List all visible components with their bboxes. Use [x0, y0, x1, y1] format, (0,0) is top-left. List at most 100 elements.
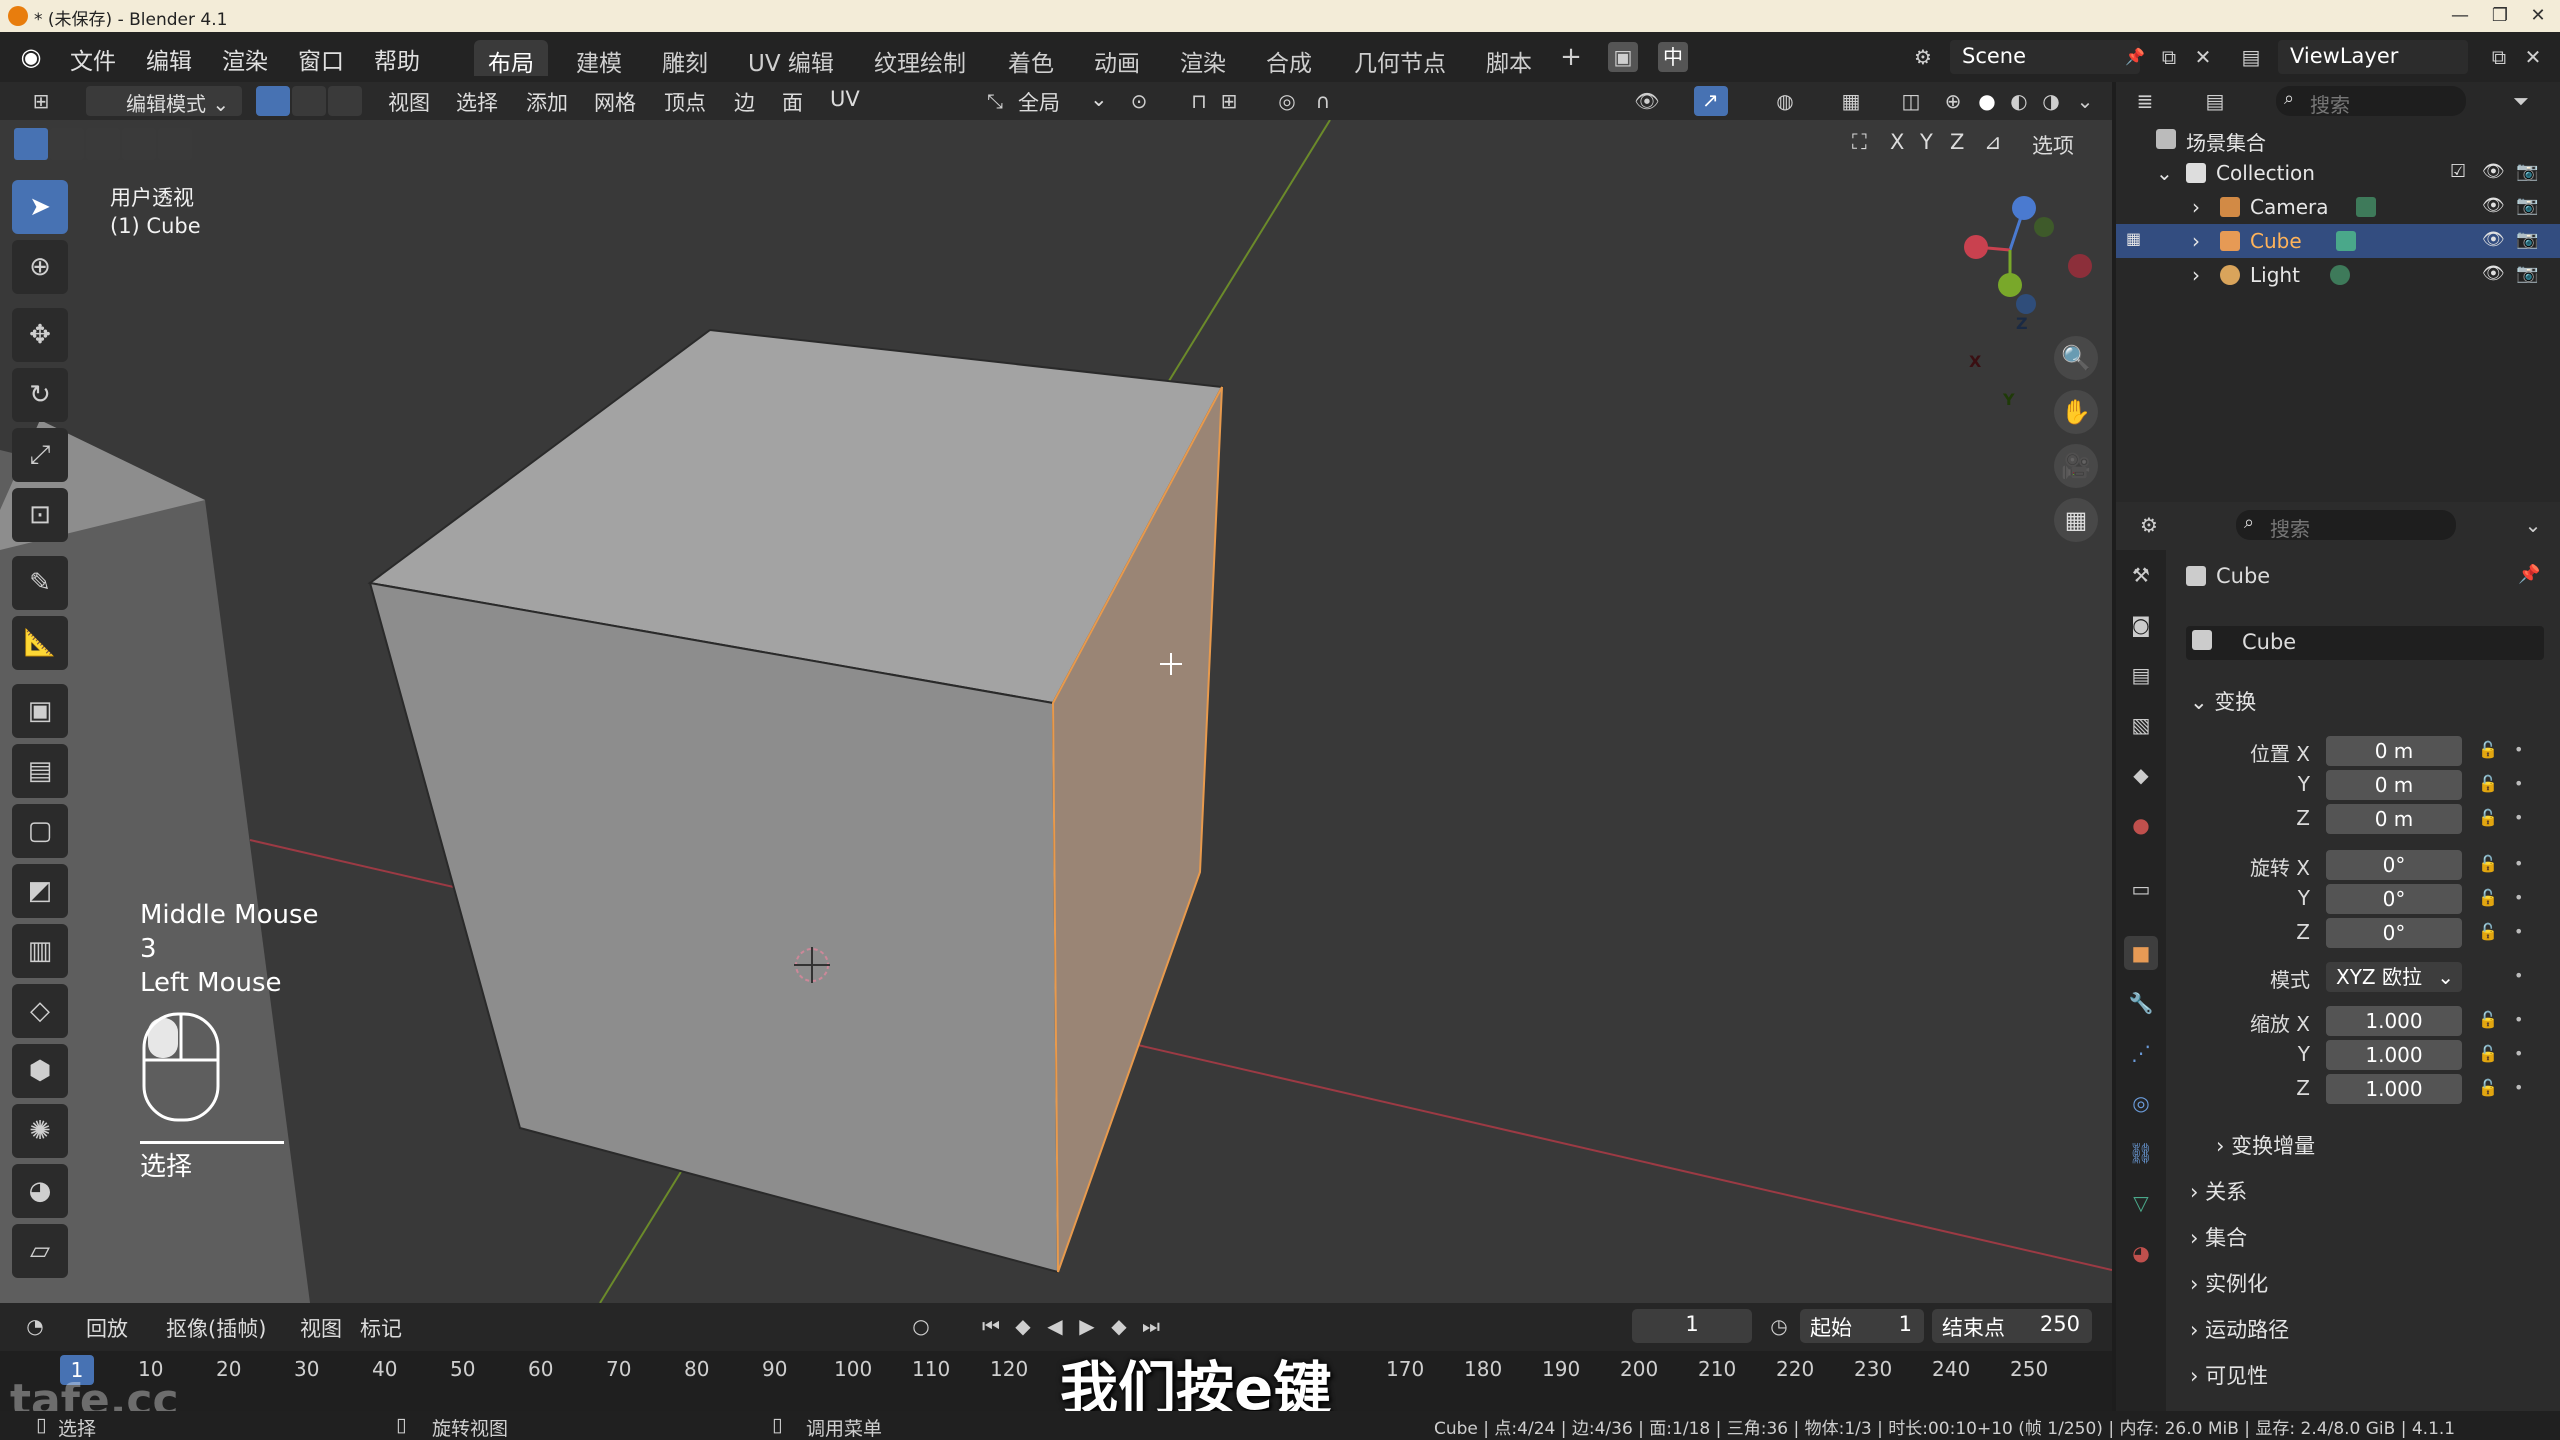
maximize-button[interactable]: ❐ — [2480, 2, 2520, 30]
render-tab-icon[interactable]: ◙ — [2124, 608, 2158, 642]
3d-viewport[interactable]: Z X Y 用户透视 (1) Cube ⛶ X Y Z ⊿ 选项 ➤ ⊕ ✥ ↻… — [0, 120, 2112, 1303]
zoom-view-icon[interactable]: 🔍 — [2054, 336, 2098, 380]
tab-compositing[interactable]: 合成 — [1252, 40, 1326, 77]
outliner-item-cube[interactable]: ▦ › Cube 👁 📷 — [2116, 224, 2560, 258]
scale-z-field[interactable]: 1.000 — [2326, 1074, 2462, 1104]
lock-icon[interactable]: 🔓 — [2478, 808, 2498, 827]
lock-icon[interactable]: 🔓 — [2478, 922, 2498, 941]
blender-menu-icon[interactable]: ◉ — [16, 42, 46, 72]
visibility-panel-header[interactable]: › 可见性 — [2190, 1360, 2268, 1390]
visibility-eye-icon[interactable]: 👁 — [2482, 161, 2505, 182]
vertex-select-mode-button[interactable] — [256, 86, 290, 116]
properties-options-icon[interactable]: ⌄ — [2518, 510, 2548, 540]
mirror-x-toggle[interactable]: X — [1890, 130, 1904, 154]
pivot-point-icon[interactable]: ⊙ — [1124, 86, 1154, 116]
render-camera-icon[interactable]: 📷 — [2516, 229, 2538, 250]
keyframe-dot-icon[interactable]: • — [2514, 1044, 2523, 1063]
lock-icon[interactable]: 🔓 — [2478, 1078, 2498, 1097]
face-select-mode-button[interactable] — [328, 86, 362, 116]
expand-arrow-icon[interactable]: › — [2192, 195, 2200, 219]
mirror-z-toggle[interactable]: Z — [1950, 130, 1964, 154]
start-frame-field[interactable]: 起始 1 — [1800, 1309, 1924, 1343]
location-z-field[interactable]: 0 m — [2326, 804, 2462, 834]
falloff-icon[interactable]: ∩ — [1308, 86, 1338, 116]
blender-app-icon[interactable]: ▣ — [1608, 42, 1638, 72]
header-menu-vertex[interactable]: 顶点 — [664, 87, 706, 117]
tab-scripting[interactable]: 脚本 — [1472, 40, 1546, 77]
bevel-tool-icon[interactable]: ◩ — [12, 864, 68, 918]
scale-tool-icon[interactable]: ⤢ — [12, 428, 68, 482]
tab-shading[interactable]: 着色 — [994, 40, 1068, 77]
tab-rendering[interactable]: 渲染 — [1166, 40, 1240, 77]
world-tab-icon[interactable]: ● — [2124, 808, 2158, 842]
prev-keyframe-icon[interactable]: ◆ — [1008, 1311, 1038, 1341]
visibility-eye-icon[interactable]: 👁 — [2482, 229, 2505, 250]
outliner-item-camera[interactable]: › Camera 👁 📷 — [2116, 190, 2560, 224]
object-name-field[interactable]: Cube — [2186, 626, 2544, 660]
filter-icon[interactable]: ⏷ — [2506, 86, 2536, 116]
scene-icon[interactable]: ⚙ — [1908, 42, 1938, 72]
move-tool-icon[interactable]: ✥ — [12, 308, 68, 362]
timeline-menu-playback[interactable]: 回放 — [86, 1313, 128, 1343]
view-layer-selector[interactable]: ViewLayer — [2278, 40, 2468, 74]
render-camera-icon[interactable]: 📷 — [2516, 161, 2538, 182]
tab-texture-paint[interactable]: 纹理绘制 — [860, 40, 980, 77]
tab-animation[interactable]: 动画 — [1080, 40, 1154, 77]
editor-type-icon[interactable]: ⊞ — [26, 86, 56, 116]
header-menu-add[interactable]: 添加 — [526, 87, 568, 117]
shear-tool-icon[interactable]: ▱ — [12, 1224, 68, 1278]
smooth-tool-icon[interactable]: ◕ — [12, 1164, 68, 1218]
knife-tool-icon[interactable]: ◇ — [12, 984, 68, 1038]
edge-select-mode-button[interactable] — [292, 86, 326, 116]
physics-tab-icon[interactable]: ◎ — [2124, 1086, 2158, 1120]
auto-keying-icon[interactable]: ○ — [906, 1311, 936, 1341]
outliner-item-light[interactable]: › Light 👁 📷 — [2116, 258, 2560, 292]
header-menu-edge[interactable]: 边 — [734, 87, 755, 117]
lock-icon[interactable]: 🔓 — [2478, 854, 2498, 873]
timeline-menu-keying[interactable]: 抠像(插帧) — [166, 1313, 266, 1343]
select-new-button[interactable] — [14, 128, 48, 160]
rotate-tool-icon[interactable]: ↻ — [12, 368, 68, 422]
keyframe-dot-icon[interactable]: • — [2514, 1010, 2523, 1029]
instancing-panel-header[interactable]: › 实例化 — [2190, 1268, 2268, 1298]
xray-toggle-icon[interactable]: ◫ — [1896, 86, 1926, 116]
expand-arrow-icon[interactable]: › — [2192, 263, 2200, 287]
gizmo-z-label[interactable]: Z — [2016, 314, 2028, 333]
keyframe-dot-icon[interactable]: • — [2514, 1078, 2523, 1097]
header-menu-face[interactable]: 面 — [782, 87, 803, 117]
material-shading-icon[interactable]: ◐ — [2004, 86, 2034, 116]
delete-view-layer-icon[interactable]: ✕ — [2518, 42, 2548, 72]
expand-arrow-icon[interactable]: › — [2192, 229, 2200, 253]
menu-edit[interactable]: 编辑 — [146, 42, 192, 76]
solid-shading-icon[interactable]: ● — [1972, 86, 2002, 116]
output-tab-icon[interactable]: ▤ — [2124, 658, 2158, 692]
collection-tab-icon[interactable]: ▭ — [2124, 872, 2158, 906]
rotation-z-field[interactable]: 0° — [2326, 918, 2462, 948]
new-view-layer-icon[interactable]: ⧉ — [2484, 42, 2514, 72]
constraints-tab-icon[interactable]: ⛓ — [2124, 1136, 2158, 1170]
camera-view-icon[interactable]: 🎥 — [2054, 444, 2098, 488]
lock-icon[interactable]: 🔓 — [2478, 740, 2498, 759]
gizmo-x-label[interactable]: X — [1969, 352, 1981, 371]
tab-geometry-nodes[interactable]: 几何节点 — [1340, 40, 1460, 77]
lock-icon[interactable]: 🔓 — [2478, 1044, 2498, 1063]
select-subtract-button[interactable] — [86, 128, 120, 160]
outliner-collection[interactable]: ⌄ Collection ☑ 👁 📷 — [2116, 156, 2560, 190]
minimize-button[interactable]: — — [2440, 2, 2480, 30]
render-camera-icon[interactable]: 📷 — [2516, 195, 2538, 216]
header-menu-mesh[interactable]: 网格 — [594, 87, 636, 117]
play-icon[interactable]: ▶ — [1072, 1311, 1102, 1341]
tab-layout[interactable]: 布局 — [474, 40, 548, 77]
light-data-icon[interactable] — [2330, 265, 2350, 285]
object-tab-icon[interactable]: ■ — [2124, 936, 2158, 970]
proportional-edit-icon[interactable]: ◎ — [1272, 86, 1302, 116]
pin-icon[interactable]: 📌 — [2518, 564, 2540, 585]
delta-transform-panel-header[interactable]: › 变换增量 — [2216, 1130, 2315, 1160]
lock-icon[interactable]: 🔓 — [2478, 774, 2498, 793]
orientation-dropdown-icon[interactable]: ⌄ — [1090, 87, 1108, 111]
header-menu-view[interactable]: 视图 — [388, 87, 430, 117]
pin-scene-icon[interactable]: 📌 — [2120, 42, 2150, 72]
tab-uv-editing[interactable]: UV 编辑 — [734, 40, 848, 77]
mirror-icon[interactable]: ⛶ — [1852, 130, 1867, 155]
tab-sculpting[interactable]: 雕刻 — [648, 40, 722, 77]
